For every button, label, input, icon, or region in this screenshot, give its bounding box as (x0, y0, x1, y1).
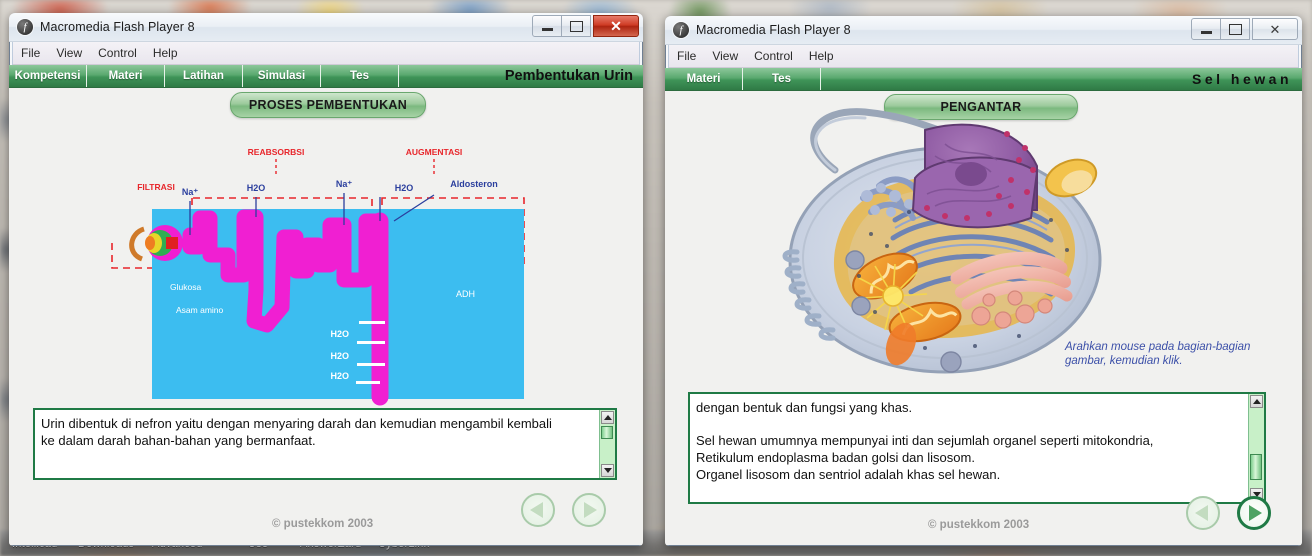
tab-tes[interactable]: Tes (321, 65, 399, 87)
label-na-2: Na⁺ (336, 179, 353, 189)
close-icon: ✕ (1269, 21, 1281, 37)
description-textbox-right[interactable]: dengan bentuk dan fungsi yang khas. Sel … (688, 392, 1266, 504)
minimize-button[interactable] (1191, 18, 1221, 40)
tab-tes[interactable]: Tes (743, 68, 821, 90)
desc-line-1: Urin dibentuk di nefron yaitu dengan men… (41, 416, 552, 431)
label-h2o-r2: H2O (330, 351, 349, 361)
window-controls[interactable]: ✕ (532, 15, 639, 37)
hint-line-2: gambar, kemudian klik. (1065, 355, 1183, 367)
maximize-icon (569, 20, 583, 32)
next-button[interactable] (572, 493, 606, 527)
label-na-1: Na⁺ (182, 187, 199, 197)
copyright-text: © pustekkom 2003 (272, 518, 374, 530)
label-reabsorbsi: REABSORBSI (248, 147, 305, 157)
description-text: dengan bentuk dan fungsi yang khas. Sel … (690, 394, 1248, 502)
menu-control[interactable]: Control (754, 49, 793, 63)
app-nav-bar[interactable]: Kompetensi Materi Latihan Simulasi Tes P… (9, 65, 643, 88)
hint-line-1: Arahkan mouse pada bagian-bagian (1065, 341, 1251, 353)
label-h2o-r1: H2O (330, 329, 349, 339)
scroll-up-button[interactable] (1250, 395, 1263, 408)
label-adh: ADH (456, 289, 475, 299)
flash-player-window-right[interactable]: f Macromedia Flash Player 8 ✕ File View … (665, 16, 1302, 546)
animal-cell-svg (782, 108, 1102, 374)
tab-materi[interactable]: Materi (665, 68, 743, 90)
page-title: Sel hewan (1192, 71, 1292, 87)
label-glukosa: Glukosa (170, 282, 201, 292)
next-triangle-icon (584, 502, 597, 518)
desc-line-2: ke dalam darah bahan-bahan yang bermanfa… (41, 433, 316, 448)
arrow-up-icon (1252, 399, 1261, 404)
maximize-button[interactable] (1220, 18, 1250, 40)
menu-file[interactable]: File (21, 46, 40, 60)
label-augmentasi: AUGMENTASI (406, 147, 463, 157)
maximize-icon (1228, 23, 1242, 35)
interaction-hint: Arahkan mouse pada bagian-bagian gambar,… (1065, 340, 1265, 368)
tab-kompetensi[interactable]: Kompetensi (9, 65, 87, 87)
tab-simulasi[interactable]: Simulasi (243, 65, 321, 87)
scroll-down-button[interactable] (601, 464, 614, 477)
scroll-up-button[interactable] (601, 411, 614, 424)
desc-line-4: Organel lisosom dan sentriol adalah khas… (696, 467, 1001, 482)
flash-stage-left: Kompetensi Materi Latihan Simulasi Tes P… (9, 65, 643, 545)
window-title: Macromedia Flash Player 8 (40, 20, 195, 34)
label-filtrasi: FILTRASI (137, 182, 175, 192)
menu-control[interactable]: Control (98, 46, 137, 60)
desc-line-1: dengan bentuk dan fungsi yang khas. (696, 400, 913, 415)
minimize-icon (541, 27, 553, 31)
tab-latihan[interactable]: Latihan (165, 65, 243, 87)
menu-help[interactable]: Help (809, 49, 834, 63)
textbox-scrollbar[interactable] (1248, 394, 1264, 502)
animal-cell-illustration[interactable] (775, 100, 1115, 405)
minimize-icon (1200, 30, 1212, 34)
menu-bar[interactable]: File View Control Help (665, 45, 1302, 68)
menu-file[interactable]: File (677, 49, 696, 63)
proses-pembentukan-button[interactable]: PROSES PEMBENTUKAN (230, 92, 426, 118)
arrow-up-icon (603, 415, 612, 420)
next-button[interactable] (1237, 496, 1271, 530)
close-icon: ✕ (610, 18, 622, 34)
prev-triangle-icon (530, 502, 543, 518)
tab-materi[interactable]: Materi (87, 65, 165, 87)
flash-player-window-left[interactable]: f Macromedia Flash Player 8 ✕ File View … (9, 13, 643, 546)
minimize-button[interactable] (532, 15, 562, 37)
desc-line-3: Retikulum endoplasma badan golsi dan lis… (696, 450, 975, 465)
textbox-scrollbar[interactable] (599, 410, 615, 478)
page-title: Pembentukan Urin (504, 68, 633, 84)
next-triangle-icon (1249, 505, 1262, 521)
title-bar[interactable]: f Macromedia Flash Player 8 ✕ (9, 13, 643, 42)
menu-bar[interactable]: File View Control Help (9, 42, 643, 65)
label-h2o-2: H2O (395, 183, 414, 193)
app-nav-bar[interactable]: Materi Tes Sel hewan (665, 68, 1302, 91)
label-asam-amino: Asam amino (176, 305, 224, 315)
scrollbar-thumb[interactable] (1250, 454, 1262, 480)
description-text: Urin dibentuk di nefron yaitu dengan men… (35, 410, 599, 478)
close-button[interactable]: ✕ (1252, 18, 1298, 40)
close-button[interactable]: ✕ (593, 15, 639, 37)
copyright-text: © pustekkom 2003 (928, 519, 1030, 531)
maximize-button[interactable] (561, 15, 591, 37)
menu-view[interactable]: View (56, 46, 82, 60)
flash-stage-right: Materi Tes Sel hewan PENGANTAR Arahkan m… (665, 68, 1302, 545)
desc-line-2: Sel hewan umumnya mempunyai inti dan sej… (696, 433, 1154, 448)
flash-icon: f (673, 22, 689, 38)
title-bar[interactable]: f Macromedia Flash Player 8 ✕ (665, 16, 1302, 45)
window-title: Macromedia Flash Player 8 (696, 23, 851, 37)
label-h2o-r3: H2O (330, 371, 349, 381)
scrollbar-thumb[interactable] (601, 426, 613, 439)
prev-button[interactable] (1186, 496, 1220, 530)
menu-help[interactable]: Help (153, 46, 178, 60)
prev-triangle-icon (1195, 505, 1208, 521)
description-textbox-left[interactable]: Urin dibentuk di nefron yaitu dengan men… (33, 408, 617, 480)
arrow-down-icon (603, 468, 612, 473)
flash-icon: f (17, 19, 33, 35)
window-controls[interactable]: ✕ (1191, 18, 1298, 40)
prev-button[interactable] (521, 493, 555, 527)
label-aldosteron: Aldosteron (450, 179, 498, 189)
menu-view[interactable]: View (712, 49, 738, 63)
label-h2o-1: H2O (247, 183, 266, 193)
